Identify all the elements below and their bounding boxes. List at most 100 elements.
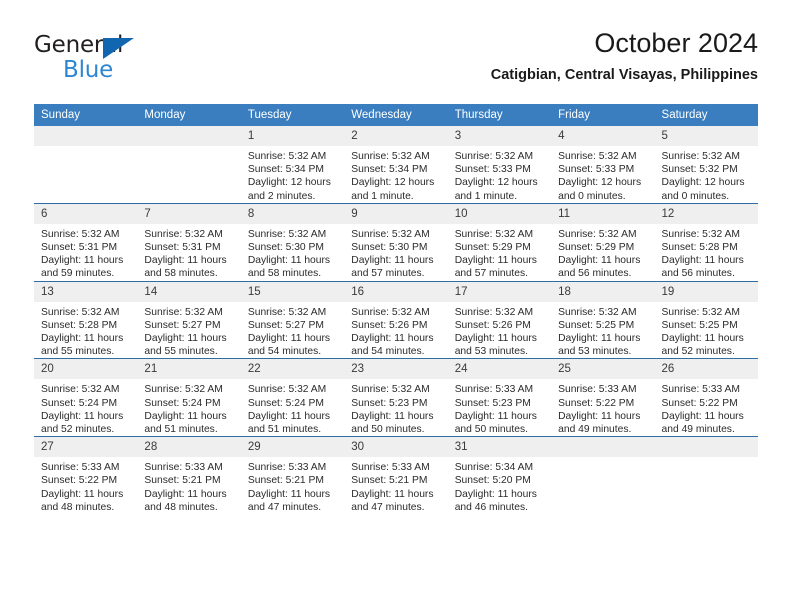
daylight-text: Daylight: 11 hours and 47 minutes.	[351, 488, 434, 513]
daylight-text: Daylight: 11 hours and 54 minutes.	[247, 333, 331, 358]
sunrise-text: Sunrise: 5:33 AM	[454, 384, 534, 396]
sunrise-text: Sunrise: 5:33 AM	[558, 384, 637, 396]
day-info: Sunrise: 5:32 AM Sunset: 5:24 PM Daylight:…	[34, 379, 137, 436]
day-info: Sunrise: 5:32 AM Sunset: 5:29 PM Daylight:…	[551, 224, 654, 281]
calendar-day-cell[interactable]: 15 Sunrise: 5:32 AM Sunset: 5:27 PM Dayligh…	[240, 280, 345, 359]
daylight-text: Daylight: 11 hours and 52 minutes.	[661, 333, 744, 358]
calendar-day-cell[interactable]: 5 Sunrise: 5:32 AM Sunset: 5:32 PM Daylight…	[654, 126, 758, 203]
sunset-text: Sunset: 5:21 PM	[351, 475, 428, 487]
day-number: 3	[447, 126, 552, 146]
calendar-day-cell[interactable]: 17 Sunrise: 5:32 AM Sunset: 5:26 PM Dayligh…	[447, 280, 552, 359]
sunset-text: Sunset: 5:34 PM	[351, 164, 428, 176]
calendar-week-row: 1 Sunrise: 5:32 AM Sunset: 5:34 PM Daylight…	[34, 126, 758, 203]
daylight-text: Daylight: 11 hours and 50 minutes.	[351, 410, 434, 436]
day-info: Sunrise: 5:32 AM Sunset: 5:24 PM Daylight:…	[137, 379, 240, 436]
daylight-text: Daylight: 11 hours and 55 minutes.	[144, 333, 227, 358]
daylight-text: Daylight: 11 hours and 51 minutes.	[144, 410, 227, 436]
title-block: October 2024 Catigbian, Central Visayas,…	[491, 26, 758, 86]
calendar-day-cell[interactable]: 26 Sunrise: 5:33 AM Sunset: 5:22 PM Dayligh…	[654, 358, 758, 437]
sunrise-text: Sunrise: 5:32 AM	[454, 151, 534, 162]
day-info: Sunrise: 5:33 AM Sunset: 5:21 PM Daylight:…	[137, 457, 240, 514]
calendar-week-row: 20 Sunrise: 5:32 AM Sunset: 5:24 PM Dayligh…	[34, 358, 758, 437]
calendar-day-cell[interactable]: 2 Sunrise: 5:32 AM Sunset: 5:34 PM Daylight…	[344, 126, 448, 203]
sunset-text: Sunset: 5:31 PM	[41, 242, 118, 254]
brand-name-blue: Blue	[63, 57, 114, 83]
day-number: 19	[654, 281, 758, 302]
day-number: 30	[344, 437, 448, 458]
day-number: 15	[240, 281, 345, 302]
calendar-day-cell[interactable]: 31 Sunrise: 5:34 AM Sunset: 5:20 PM Dayligh…	[447, 436, 552, 515]
daylight-text: Daylight: 11 hours and 52 minutes.	[41, 410, 124, 436]
calendar-day-cell[interactable]: 25 Sunrise: 5:33 AM Sunset: 5:22 PM Dayligh…	[551, 358, 655, 437]
daylight-text: Daylight: 11 hours and 58 minutes.	[247, 255, 331, 280]
day-number: 12	[654, 203, 758, 224]
page-title: October 2024	[594, 28, 758, 58]
calendar-day-cell[interactable]: 9 Sunrise: 5:32 AM Sunset: 5:30 PM Daylight…	[344, 202, 448, 282]
day-number: 20	[34, 359, 138, 380]
daylight-text: Daylight: 11 hours and 58 minutes.	[144, 255, 227, 280]
calendar-day-cell[interactable]: 8 Sunrise: 5:32 AM Sunset: 5:30 PM Daylight…	[240, 202, 345, 282]
calendar-day-cell[interactable]: 28 Sunrise: 5:33 AM Sunset: 5:21 PM Dayligh…	[137, 436, 241, 515]
daylight-text: Daylight: 11 hours and 48 minutes.	[144, 488, 227, 513]
day-number: 23	[344, 359, 448, 380]
calendar-day-cell[interactable]: 16 Sunrise: 5:32 AM Sunset: 5:26 PM Dayligh…	[344, 280, 448, 359]
sunrise-text: Sunrise: 5:33 AM	[351, 462, 430, 474]
sunset-text: Sunset: 5:22 PM	[661, 397, 738, 409]
brand-logo[interactable]: General Blue	[34, 32, 234, 90]
weekday-header-wednesday: Wednesday	[344, 104, 448, 126]
weekday-header-monday: Monday	[137, 104, 241, 126]
calendar-week-row: 27 Sunrise: 5:33 AM Sunset: 5:22 PM Dayligh…	[34, 436, 758, 515]
day-number: 13	[34, 281, 138, 302]
day-number: 7	[137, 203, 241, 224]
calendar-day-cell[interactable]: 29 Sunrise: 5:33 AM Sunset: 5:21 PM Dayligh…	[240, 436, 345, 515]
calendar-day-cell[interactable]: 1 Sunrise: 5:32 AM Sunset: 5:34 PM Daylight…	[240, 126, 345, 203]
day-info: Sunrise: 5:33 AM Sunset: 5:22 PM Daylight:…	[655, 379, 758, 436]
day-info: Sunrise: 5:32 AM Sunset: 5:26 PM Daylight:…	[448, 302, 551, 359]
sunset-text: Sunset: 5:33 PM	[454, 164, 531, 176]
sunset-text: Sunset: 5:25 PM	[661, 319, 738, 331]
day-number: 14	[137, 281, 241, 302]
calendar-day-cell[interactable]: 10 Sunrise: 5:32 AM Sunset: 5:29 PM Dayligh…	[447, 202, 552, 282]
calendar-day-cell[interactable]: 30 Sunrise: 5:33 AM Sunset: 5:21 PM Dayligh…	[344, 436, 448, 515]
daylight-text: Daylight: 11 hours and 46 minutes.	[454, 488, 537, 513]
sunrise-text: Sunrise: 5:32 AM	[558, 228, 637, 240]
calendar-day-cell[interactable]: 27 Sunrise: 5:33 AM Sunset: 5:22 PM Dayligh…	[34, 436, 138, 515]
day-info: Sunrise: 5:33 AM Sunset: 5:21 PM Daylight:…	[344, 457, 447, 514]
day-info: Sunrise: 5:32 AM Sunset: 5:28 PM Daylight:…	[34, 302, 137, 359]
calendar-day-cell[interactable]: 18 Sunrise: 5:32 AM Sunset: 5:25 PM Dayligh…	[551, 280, 655, 359]
day-info: Sunrise: 5:32 AM Sunset: 5:26 PM Daylight:…	[344, 302, 447, 359]
weekday-header-thursday: Thursday	[447, 104, 552, 126]
calendar-day-cell[interactable]: 3 Sunrise: 5:32 AM Sunset: 5:33 PM Daylight…	[447, 126, 552, 203]
daylight-text: Daylight: 11 hours and 57 minutes.	[454, 255, 537, 280]
daylight-text: Daylight: 11 hours and 56 minutes.	[558, 255, 641, 280]
day-info: Sunrise: 5:32 AM Sunset: 5:34 PM Daylight:…	[344, 146, 447, 203]
calendar-day-cell[interactable]: 11 Sunrise: 5:32 AM Sunset: 5:29 PM Dayligh…	[551, 202, 655, 282]
calendar-day-cell[interactable]: 21 Sunrise: 5:32 AM Sunset: 5:24 PM Dayligh…	[137, 358, 241, 437]
calendar-day-cell[interactable]: 22 Sunrise: 5:32 AM Sunset: 5:24 PM Dayligh…	[240, 358, 345, 437]
calendar-day-cell[interactable]: 12 Sunrise: 5:32 AM Sunset: 5:28 PM Dayligh…	[654, 202, 758, 282]
calendar-day-cell[interactable]: 6 Sunrise: 5:32 AM Sunset: 5:31 PM Daylight…	[34, 202, 138, 282]
day-info: Sunrise: 5:32 AM Sunset: 5:33 PM Daylight:…	[551, 146, 654, 203]
calendar-day-cell[interactable]: 7 Sunrise: 5:32 AM Sunset: 5:31 PM Daylight…	[137, 202, 241, 282]
weekday-header-saturday: Saturday	[654, 104, 758, 126]
sunset-text: Sunset: 5:23 PM	[351, 397, 428, 409]
day-info: Sunrise: 5:32 AM Sunset: 5:31 PM Daylight:…	[34, 224, 137, 281]
daylight-text: Daylight: 11 hours and 56 minutes.	[661, 255, 744, 280]
sunset-text: Sunset: 5:20 PM	[454, 475, 531, 487]
calendar-day-cell[interactable]: 14 Sunrise: 5:32 AM Sunset: 5:27 PM Dayligh…	[137, 280, 241, 359]
daylight-text: Daylight: 12 hours and 1 minute.	[351, 177, 435, 202]
calendar-day-cell[interactable]: 23 Sunrise: 5:32 AM Sunset: 5:23 PM Dayligh…	[344, 358, 448, 437]
calendar-day-cell[interactable]: 20 Sunrise: 5:32 AM Sunset: 5:24 PM Dayligh…	[34, 358, 138, 437]
day-number: 18	[551, 281, 655, 302]
sunset-text: Sunset: 5:28 PM	[41, 319, 118, 331]
day-number: 28	[137, 437, 241, 458]
sunrise-text: Sunrise: 5:32 AM	[661, 228, 740, 240]
calendar-day-cell[interactable]: 19 Sunrise: 5:32 AM Sunset: 5:25 PM Dayligh…	[654, 280, 758, 359]
calendar-day-cell[interactable]: 4 Sunrise: 5:32 AM Sunset: 5:33 PM Daylight…	[551, 126, 655, 203]
calendar-day-cell[interactable]: 24 Sunrise: 5:33 AM Sunset: 5:23 PM Dayligh…	[447, 358, 552, 437]
calendar-day-cell[interactable]: 13 Sunrise: 5:32 AM Sunset: 5:28 PM Dayligh…	[34, 280, 138, 359]
sunrise-text: Sunrise: 5:32 AM	[558, 151, 637, 162]
sunrise-text: Sunrise: 5:33 AM	[661, 384, 740, 396]
sunset-text: Sunset: 5:22 PM	[558, 397, 635, 409]
sunrise-text: Sunrise: 5:32 AM	[351, 384, 430, 396]
